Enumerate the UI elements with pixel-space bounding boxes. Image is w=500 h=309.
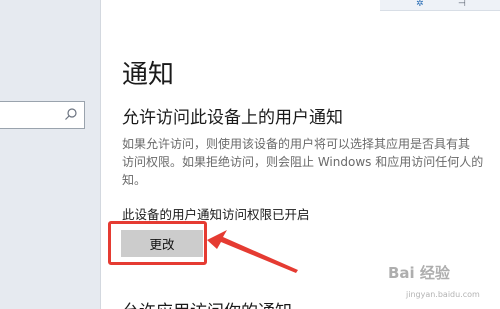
watermark-url: jingyan.baidu.com xyxy=(406,290,480,299)
watermark-logo: Bai 经验 jingyan.baidu.com xyxy=(386,262,494,304)
description-line-2: 访问权限。如果拒绝访问，则会阻止 Windows 和应用访问任何人的 xyxy=(122,155,484,169)
window-control-icon[interactable]: ⊣ xyxy=(458,0,466,9)
description-line-3: 知。 xyxy=(122,173,147,187)
settings-search-input[interactable] xyxy=(0,101,85,129)
settings-sidebar xyxy=(0,0,101,309)
settings-window: ✲ ⊣ 通知 允许访问此设备上的用户通知 如果允许访问，则使用该设备的用户将可以… xyxy=(0,0,500,309)
search-icon[interactable] xyxy=(64,107,78,121)
change-button[interactable]: 更改 xyxy=(121,230,203,257)
page-title: 通知 xyxy=(122,60,175,90)
title-bar-fragment: ✲ ⊣ xyxy=(380,0,500,11)
watermark-brand: Bai 经验 xyxy=(388,264,450,282)
section-heading: 允许访问此设备上的用户通知 xyxy=(122,108,343,128)
arrow-icon xyxy=(207,230,298,273)
next-section-heading: 允许应用访问你的通知 xyxy=(122,297,292,309)
app-icon: ✲ xyxy=(416,0,424,9)
description-line-1: 如果允许访问，则使用该设备的用户将可以选择其应用是否具有其 xyxy=(122,137,471,151)
